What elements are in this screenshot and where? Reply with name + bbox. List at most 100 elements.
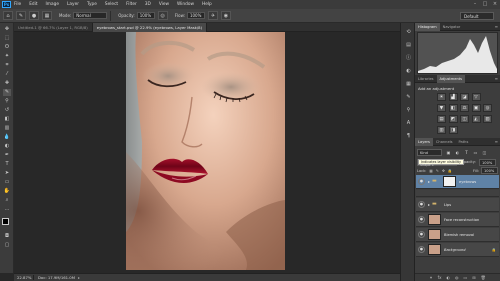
brush-preset-icon[interactable]: ✎ (16, 11, 26, 20)
filter-pixel-icon[interactable]: ▣ (445, 150, 452, 156)
paragraph-panel-icon[interactable]: ¶ (404, 132, 413, 140)
add-mask-icon[interactable]: ◐ (446, 274, 450, 281)
pressure-opacity-icon[interactable]: ◎ (157, 11, 168, 20)
menu-3d[interactable]: 3D (145, 2, 151, 7)
move-tool-icon[interactable]: ✥ (3, 26, 11, 33)
menu-view[interactable]: View (159, 2, 169, 7)
layer-row-face-reconstruction[interactable]: ● Face reconstruction (416, 213, 499, 227)
menu-select[interactable]: Select (105, 2, 118, 7)
quick-mask-icon[interactable]: ◘ (3, 233, 11, 240)
zoom-tool-icon[interactable]: ⌕ (3, 197, 11, 204)
tab-histogram[interactable]: Histogram (415, 23, 440, 31)
tab-libraries[interactable]: Libraries (415, 75, 437, 83)
screen-mode-icon[interactable]: ▢ (3, 242, 11, 249)
black-white-icon[interactable]: ▣ (471, 104, 481, 112)
zoom-level[interactable]: 22.87% (14, 275, 34, 280)
lock-position-icon[interactable]: ✥ (442, 169, 445, 173)
flow-field[interactable]: 100% (186, 12, 205, 19)
eye-icon[interactable]: ● (418, 246, 425, 253)
panel-menu-icon[interactable]: ≡ (495, 75, 498, 83)
canvas-area[interactable] (14, 32, 400, 273)
history-brush-tool-icon[interactable]: ↺ (3, 107, 11, 114)
mode-select[interactable]: Normal (73, 12, 108, 19)
opacity-field[interactable]: 100% (136, 12, 155, 19)
history-panel-icon[interactable]: ⟲ (404, 28, 413, 36)
crop-tool-icon[interactable]: ⌗ (3, 62, 11, 69)
pressure-size-icon[interactable]: ◉ (220, 11, 231, 20)
invert-icon[interactable]: ◫ (460, 115, 469, 123)
new-adjustment-layer-icon[interactable]: ◍ (455, 274, 459, 281)
brush-panel-icon[interactable]: ✎ (404, 93, 413, 101)
fill-field[interactable]: 100% (481, 167, 498, 174)
eraser-tool-icon[interactable]: ◧ (3, 116, 11, 123)
gradient-map-icon[interactable]: ▥ (437, 126, 446, 134)
maximize-button[interactable]: □ (482, 1, 488, 7)
brush-size-icon[interactable]: ● (29, 11, 39, 20)
menu-type[interactable]: Type (87, 2, 97, 7)
layer-filter-select[interactable]: Kind (417, 149, 442, 156)
color-panel-icon[interactable]: ◐ (404, 67, 413, 75)
vibrance-icon[interactable]: ▼ (437, 104, 446, 112)
close-button[interactable]: × (492, 1, 498, 7)
layer-row-eyebrows[interactable]: ● ▸ ▬ eyebrows (416, 175, 499, 189)
blur-tool-icon[interactable]: 💧 (3, 134, 11, 141)
brush-panel-icon[interactable]: ▦ (42, 11, 52, 20)
status-menu-arrow-icon[interactable]: ▸ (78, 275, 80, 280)
menu-edit[interactable]: Edit (29, 2, 37, 7)
menu-layer[interactable]: Layer (67, 2, 79, 7)
brightness-contrast-icon[interactable]: ☀ (437, 93, 446, 101)
expand-arrow-icon[interactable]: ▸ (428, 202, 430, 207)
lasso-tool-icon[interactable]: ʘ (3, 44, 11, 51)
filter-type-icon[interactable]: T (463, 150, 470, 156)
properties-panel-icon[interactable]: ▤ (404, 41, 413, 49)
expand-arrow-icon[interactable]: ▸ (428, 179, 430, 184)
menu-help[interactable]: Help (202, 2, 212, 7)
eyedropper-tool-icon[interactable]: ⁄ (3, 71, 11, 78)
layer-mask-thumbnail[interactable] (443, 176, 457, 187)
layer-style-icon[interactable]: fx (438, 274, 442, 281)
eye-icon[interactable]: ● (418, 178, 425, 185)
layer-row-blemish-removal[interactable]: ● Blemish removal (416, 228, 499, 242)
type-tool-icon[interactable]: T (3, 161, 11, 168)
tab-paths[interactable]: Paths (456, 138, 472, 146)
clone-stamp-tool-icon[interactable]: ⚲ (3, 98, 11, 105)
tab-eyebrows-start[interactable]: eyebrows_start.psd @ 22.9% (eyebrows, La… (92, 23, 208, 32)
menu-filter[interactable]: Filter (126, 2, 137, 7)
portrait-photo[interactable] (126, 32, 285, 270)
document-size-info[interactable]: Doc: 17.9M/161.0M (34, 275, 75, 280)
clone-source-icon[interactable]: ⚲ (404, 106, 413, 114)
layer-row-background[interactable]: ● Background 🔒 (416, 243, 499, 257)
workspace-select[interactable]: Default (460, 12, 494, 20)
quick-select-tool-icon[interactable]: ✦ (3, 53, 11, 60)
menu-file[interactable]: File (14, 2, 21, 7)
foreground-color-swatch[interactable] (2, 218, 9, 225)
layer-row-lips[interactable]: ● ▸ ▬ Lips (416, 198, 499, 212)
new-layer-icon[interactable]: ⊞ (472, 274, 475, 281)
marquee-tool-icon[interactable]: ⬚ (3, 35, 11, 42)
eye-icon[interactable]: ● (418, 216, 425, 223)
minimize-button[interactable]: – (472, 1, 478, 7)
layer-opacity-field[interactable]: 100% (479, 159, 496, 166)
posterize-icon[interactable]: ◭ (471, 115, 481, 123)
hue-saturation-icon[interactable]: ◧ (448, 104, 458, 112)
more-tools-icon[interactable]: … (3, 206, 11, 213)
airbrush-icon[interactable]: ✈ (207, 11, 218, 20)
pen-tool-icon[interactable]: ✒ (3, 152, 11, 159)
threshold-icon[interactable]: ▨ (483, 115, 492, 123)
home-icon[interactable]: ⌂ (3, 11, 13, 20)
healing-tool-icon[interactable]: ✚ (3, 80, 11, 87)
shape-tool-icon[interactable]: ▭ (3, 179, 11, 186)
photo-filter-icon[interactable]: ◎ (483, 104, 492, 112)
menu-image[interactable]: Image (46, 2, 59, 7)
delete-layer-icon[interactable]: 🗑 (481, 274, 486, 281)
selective-color-icon[interactable]: ◨ (448, 126, 458, 134)
gradient-tool-icon[interactable]: ▥ (3, 125, 11, 132)
filter-shape-icon[interactable]: ▭ (472, 150, 479, 156)
filter-smart-icon[interactable]: ◫ (481, 150, 488, 156)
info-panel-icon[interactable]: ⓘ (404, 54, 413, 62)
color-balance-icon[interactable]: ⚖ (460, 104, 469, 112)
tab-channels[interactable]: Channels (433, 138, 456, 146)
brush-tool-icon[interactable]: ✎ (3, 89, 11, 96)
swatches-panel-icon[interactable]: ▦ (404, 80, 413, 88)
curves-icon[interactable]: ◪ (460, 93, 469, 101)
